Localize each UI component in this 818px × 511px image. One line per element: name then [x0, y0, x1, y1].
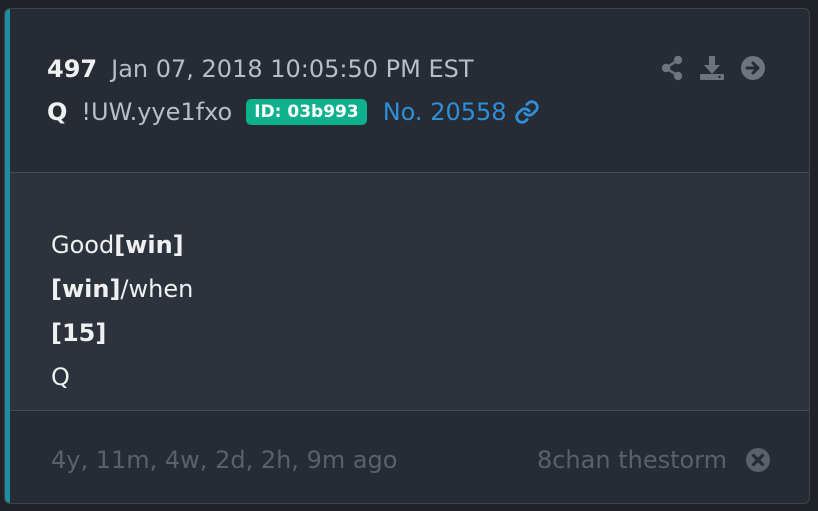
- post-header: 497 Jan 07, 2018 10:05:50 PM EST Q !UW.y…: [10, 9, 809, 172]
- message-signature: Q: [51, 363, 70, 391]
- message-bold: [win]: [114, 231, 184, 259]
- author-row: Q !UW.yye1fxo ID: 03b993 No. 20558: [47, 98, 540, 126]
- post-body: Good[win] [win]/when [15] Q: [10, 172, 809, 411]
- post-actions: [660, 55, 766, 81]
- share-icon[interactable]: [660, 55, 684, 81]
- message-text: /when: [120, 275, 194, 303]
- message-line: Good[win]: [51, 223, 193, 267]
- post-date: Jan 07, 2018 10:05:50 PM EST: [111, 55, 474, 83]
- post-age: 4y, 11m, 4w, 2d, 2h, 9m ago: [51, 446, 398, 474]
- post-number: 497: [47, 55, 98, 83]
- post-message: Good[win] [win]/when [15] Q: [51, 223, 193, 399]
- close-circle-icon[interactable]: [746, 448, 770, 472]
- board-name: 8chan thestorm: [536, 446, 727, 474]
- message-bold: [15]: [51, 319, 107, 347]
- post-footer: 4y, 11m, 4w, 2d, 2h, 9m ago 8chan thesto…: [10, 411, 809, 503]
- author-name: Q: [47, 98, 68, 126]
- id-badge: ID: 03b993: [246, 99, 367, 125]
- post-card: 497 Jan 07, 2018 10:05:50 PM EST Q !UW.y…: [4, 8, 810, 504]
- message-line: [15]: [51, 311, 193, 355]
- arrow-right-circle-icon[interactable]: [740, 55, 766, 81]
- post-link[interactable]: No. 20558: [383, 98, 540, 126]
- tripcode: !UW.yye1fxo: [81, 98, 233, 126]
- download-icon[interactable]: [699, 55, 725, 81]
- post-link-label: No. 20558: [382, 98, 507, 126]
- message-bold: [win]: [51, 275, 121, 303]
- link-icon: [514, 99, 540, 125]
- post-meta: 497 Jan 07, 2018 10:05:50 PM EST: [47, 55, 474, 83]
- message-line: Q: [51, 355, 193, 399]
- message-text: Good: [51, 231, 115, 259]
- message-line: [win]/when: [51, 267, 193, 311]
